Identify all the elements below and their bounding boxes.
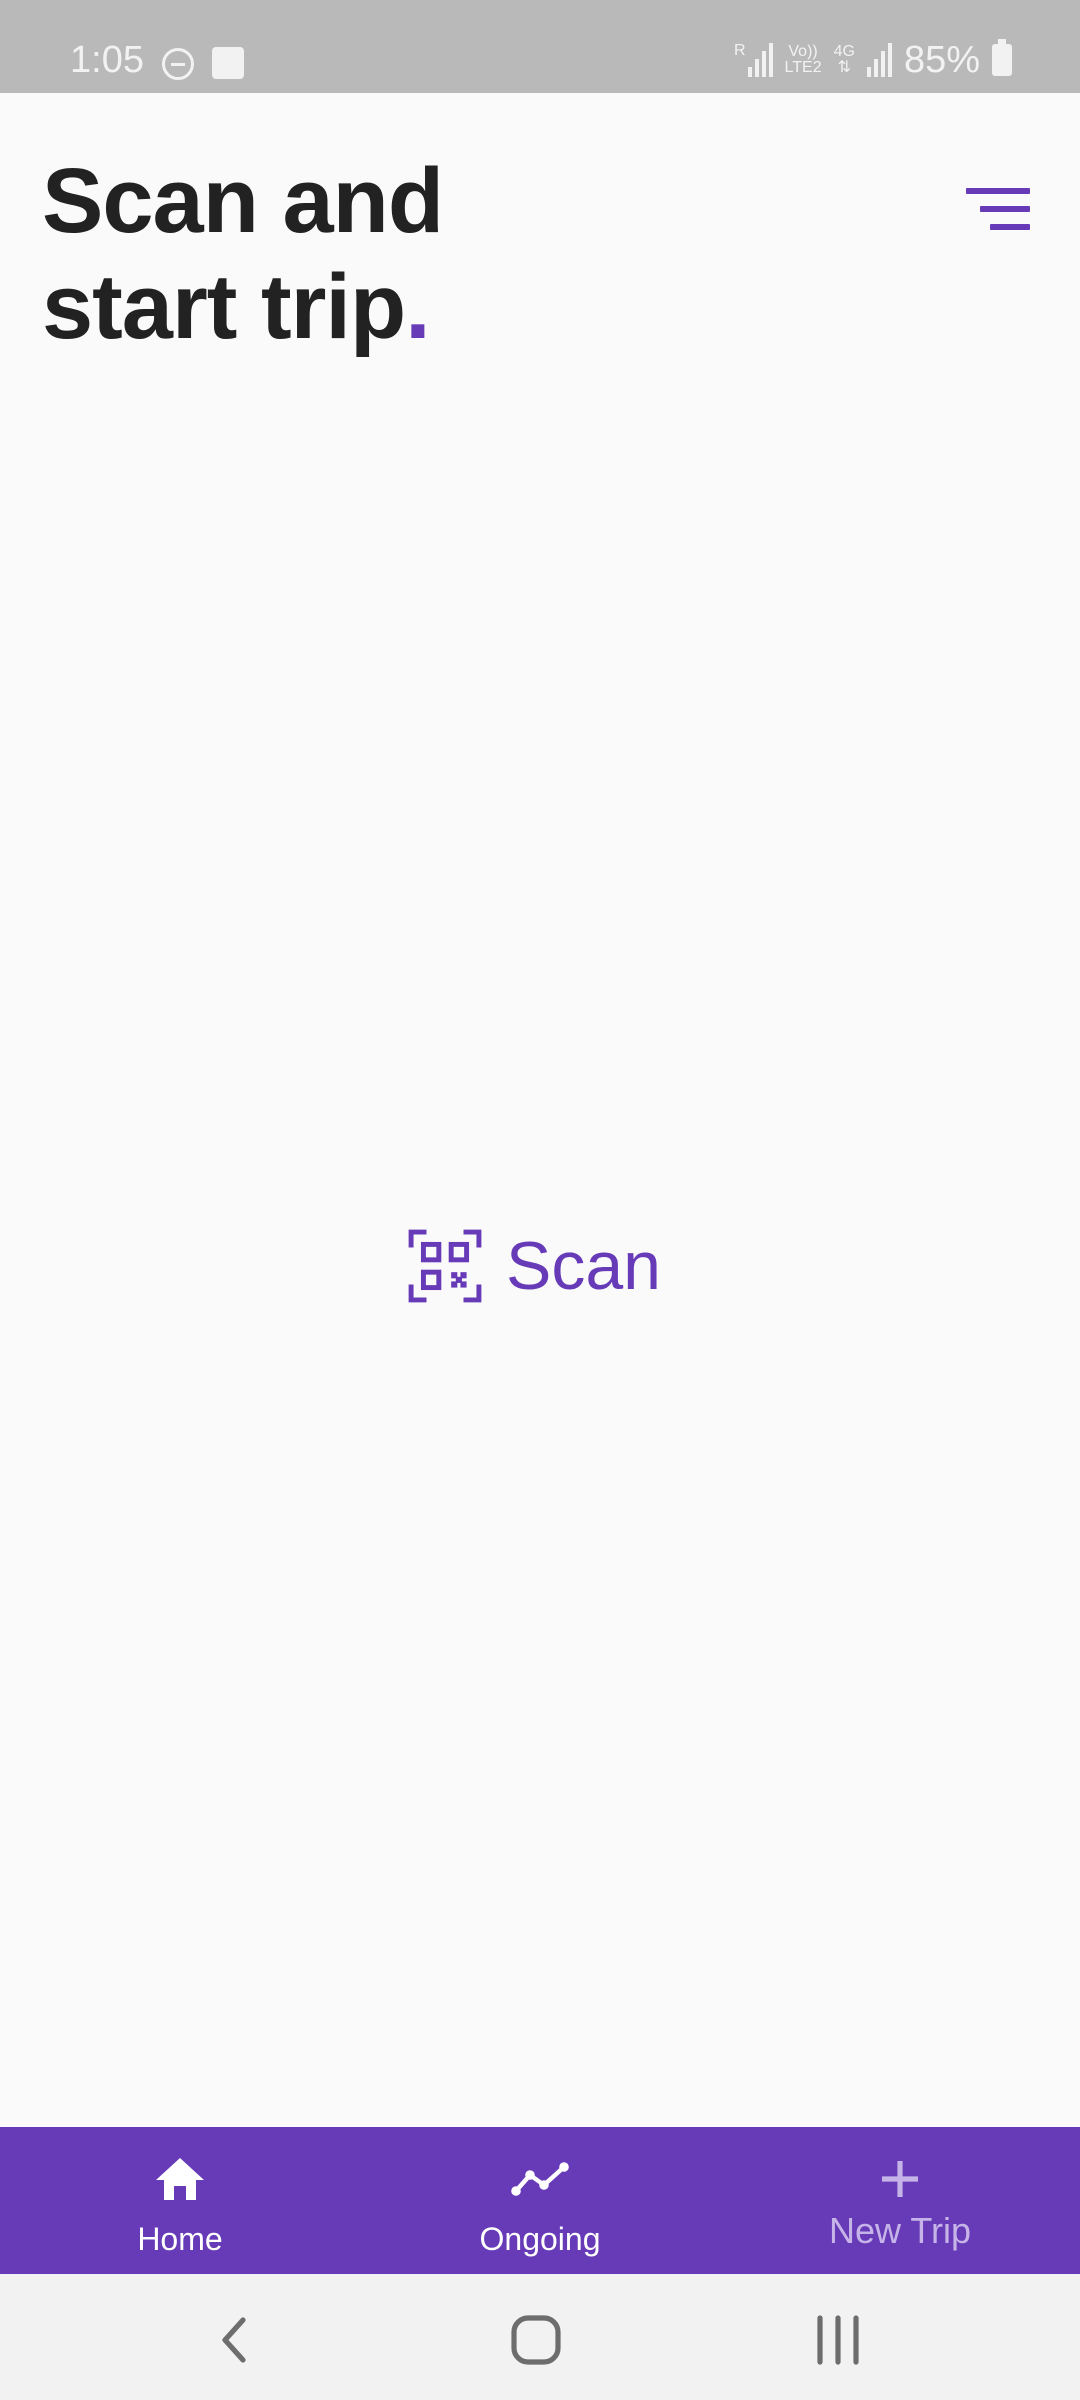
qr-code-scan-icon: [408, 1229, 482, 1303]
nav-item-new-trip[interactable]: New Trip: [720, 2127, 1080, 2274]
battery-icon: [992, 39, 1012, 76]
do-not-disturb-icon: [162, 48, 194, 80]
scan-button[interactable]: Scan: [408, 1226, 661, 1306]
home-square-icon[interactable]: [506, 2310, 566, 2370]
trend-line-icon: [510, 2153, 570, 2205]
plus-icon: [870, 2153, 930, 2205]
roaming-signal-icon: R: [734, 43, 773, 77]
bottom-navigation: Home Ongoing New Trip: [0, 2127, 1080, 2274]
volte-icon: Vo)) LTE2: [784, 43, 822, 76]
status-time: 1:05: [70, 39, 144, 81]
status-right-group: R Vo)) LTE2 4G ⇅ 85%: [734, 39, 1012, 81]
wifi-calling-icon: [212, 47, 244, 79]
title-line-1: Scan and: [42, 150, 444, 252]
menu-button[interactable]: [958, 184, 1030, 240]
title-accent-dot: .: [405, 256, 431, 358]
battery-percent: 85%: [903, 39, 980, 81]
home-icon: [150, 2153, 210, 2205]
scan-label: Scan: [506, 1228, 661, 1304]
signal-strength-icon: [866, 43, 892, 77]
title-line-2: start trip.: [42, 256, 431, 358]
page-title: Scan and start trip.: [42, 148, 444, 360]
recents-icon[interactable]: [808, 2310, 868, 2370]
nav-item-home[interactable]: Home: [0, 2127, 360, 2274]
mobile-data-icon: 4G ⇅: [833, 43, 855, 76]
nav-label-ongoing: Ongoing: [479, 2221, 601, 2257]
nav-item-ongoing[interactable]: Ongoing: [360, 2127, 720, 2274]
back-chevron-icon[interactable]: [205, 2310, 265, 2370]
nav-label-home: Home: [137, 2221, 223, 2257]
nav-label-new-trip: New Trip: [828, 2210, 972, 2251]
menu-icon: [966, 188, 1030, 194]
system-navigation-bar: [0, 2274, 1080, 2400]
status-bar: 1:05 R Vo)) LTE2 4G ⇅ 85%: [0, 0, 1080, 93]
